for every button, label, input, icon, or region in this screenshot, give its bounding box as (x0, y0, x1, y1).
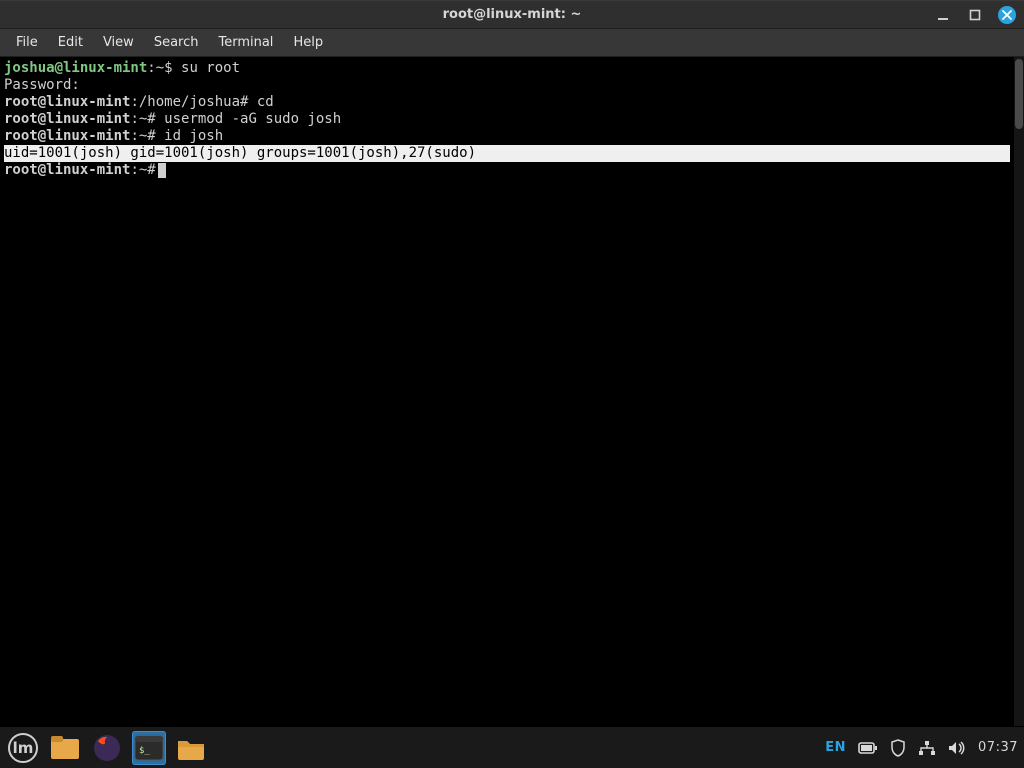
folder-icon (176, 735, 206, 761)
network-indicator[interactable] (918, 740, 936, 756)
show-files-button[interactable] (48, 731, 82, 765)
terminal-line: Password: (4, 77, 1010, 94)
terminal-task-button[interactable]: $_ (132, 731, 166, 765)
window-controls (934, 6, 1024, 24)
terminal-area: joshua@linux-mint:~$ su rootPassword:roo… (0, 57, 1024, 726)
mint-menu-icon: lm (8, 733, 38, 763)
menubar: File Edit View Search Terminal Help (0, 29, 1024, 57)
svg-text:$_: $_ (139, 746, 150, 756)
firefox-button[interactable] (90, 731, 124, 765)
taskbar-right: EN 07:37 (825, 739, 1018, 757)
terminal-line: root@linux-mint:/home/joshua# cd (4, 94, 1010, 111)
window-title: root@linux-mint: ~ (0, 7, 1024, 22)
volume-indicator[interactable] (948, 740, 966, 756)
firefox-icon (92, 733, 122, 763)
terminal-line: root@linux-mint:~# id josh (4, 128, 1010, 145)
menu-edit[interactable]: Edit (48, 31, 93, 54)
menu-terminal[interactable]: Terminal (208, 31, 283, 54)
clock[interactable]: 07:37 (978, 740, 1018, 755)
terminal-output[interactable]: joshua@linux-mint:~$ su rootPassword:roo… (0, 57, 1014, 726)
terminal-line: root@linux-mint:~# usermod -aG sudo josh (4, 111, 1010, 128)
terminal-cursor (158, 163, 166, 178)
scrollbar-thumb[interactable] (1015, 59, 1023, 129)
files-icon (50, 735, 80, 761)
keyboard-layout-indicator[interactable]: EN (825, 740, 846, 755)
scrollbar[interactable] (1014, 57, 1024, 726)
terminal-line: uid=1001(josh) gid=1001(josh) groups=100… (4, 145, 1010, 162)
terminal-window: root@linux-mint: ~ File Edit View Search… (0, 0, 1024, 726)
titlebar[interactable]: root@linux-mint: ~ (0, 1, 1024, 29)
terminal-line: joshua@linux-mint:~$ su root (4, 60, 1010, 77)
menu-help[interactable]: Help (283, 31, 333, 54)
network-icon (918, 740, 936, 756)
shield-icon (890, 739, 906, 757)
taskbar-left: lm $_ (6, 731, 208, 765)
menu-view[interactable]: View (93, 31, 144, 54)
terminal-icon: $_ (134, 735, 164, 761)
menu-search[interactable]: Search (144, 31, 209, 54)
close-button[interactable] (998, 6, 1016, 24)
terminal-line: root@linux-mint:~# (4, 162, 1010, 179)
minimize-button[interactable] (934, 6, 952, 24)
security-indicator[interactable] (890, 739, 906, 757)
battery-indicator[interactable] (858, 741, 878, 755)
battery-icon (858, 741, 878, 755)
volume-icon (948, 740, 966, 756)
file-manager-button[interactable] (174, 731, 208, 765)
mint-menu-button[interactable]: lm (6, 731, 40, 765)
maximize-button[interactable] (966, 6, 984, 24)
menu-file[interactable]: File (6, 31, 48, 54)
taskbar: lm $_ (0, 726, 1024, 768)
